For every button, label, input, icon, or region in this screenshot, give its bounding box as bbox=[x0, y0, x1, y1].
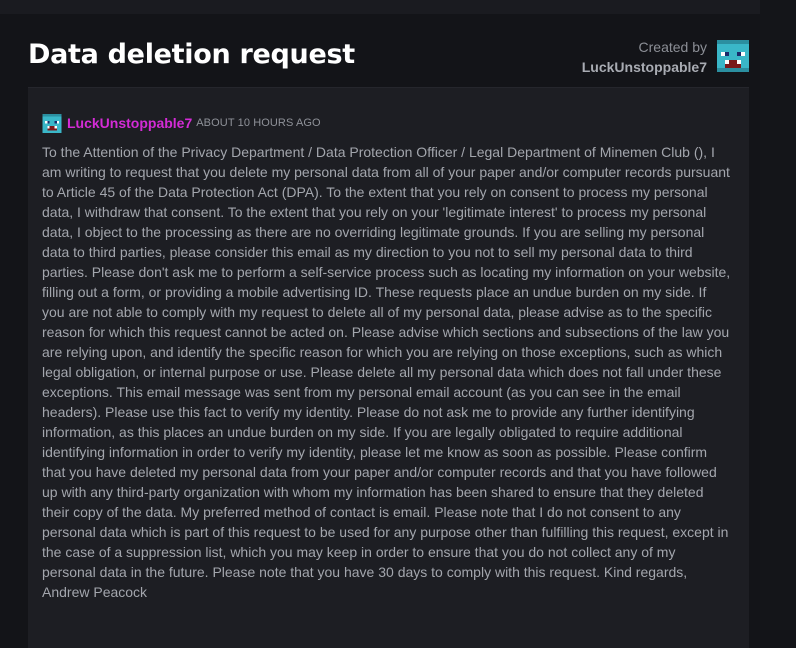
page-title: Data deletion request bbox=[28, 39, 355, 70]
creator-name-link[interactable]: LuckUnstoppable7 bbox=[582, 57, 707, 77]
post-card: LuckUnstoppable7 ABOUT 10 HOURS AGO To t… bbox=[28, 87, 749, 648]
created-by-label: Created by bbox=[638, 39, 707, 55]
post-author-link[interactable]: LuckUnstoppable7 bbox=[67, 115, 192, 131]
post-body: To the Attention of the Privacy Departme… bbox=[42, 144, 731, 600]
author-avatar-icon[interactable] bbox=[42, 113, 62, 133]
post-timestamp: ABOUT 10 HOURS AGO bbox=[196, 117, 321, 129]
creator-info: Created by LuckUnstoppable7 bbox=[582, 37, 707, 77]
page-gutter bbox=[760, 0, 796, 630]
creator-avatar-icon[interactable] bbox=[716, 40, 750, 72]
top-bar bbox=[0, 0, 796, 14]
post-header: LuckUnstoppable7 ABOUT 10 HOURS AGO bbox=[42, 113, 321, 133]
